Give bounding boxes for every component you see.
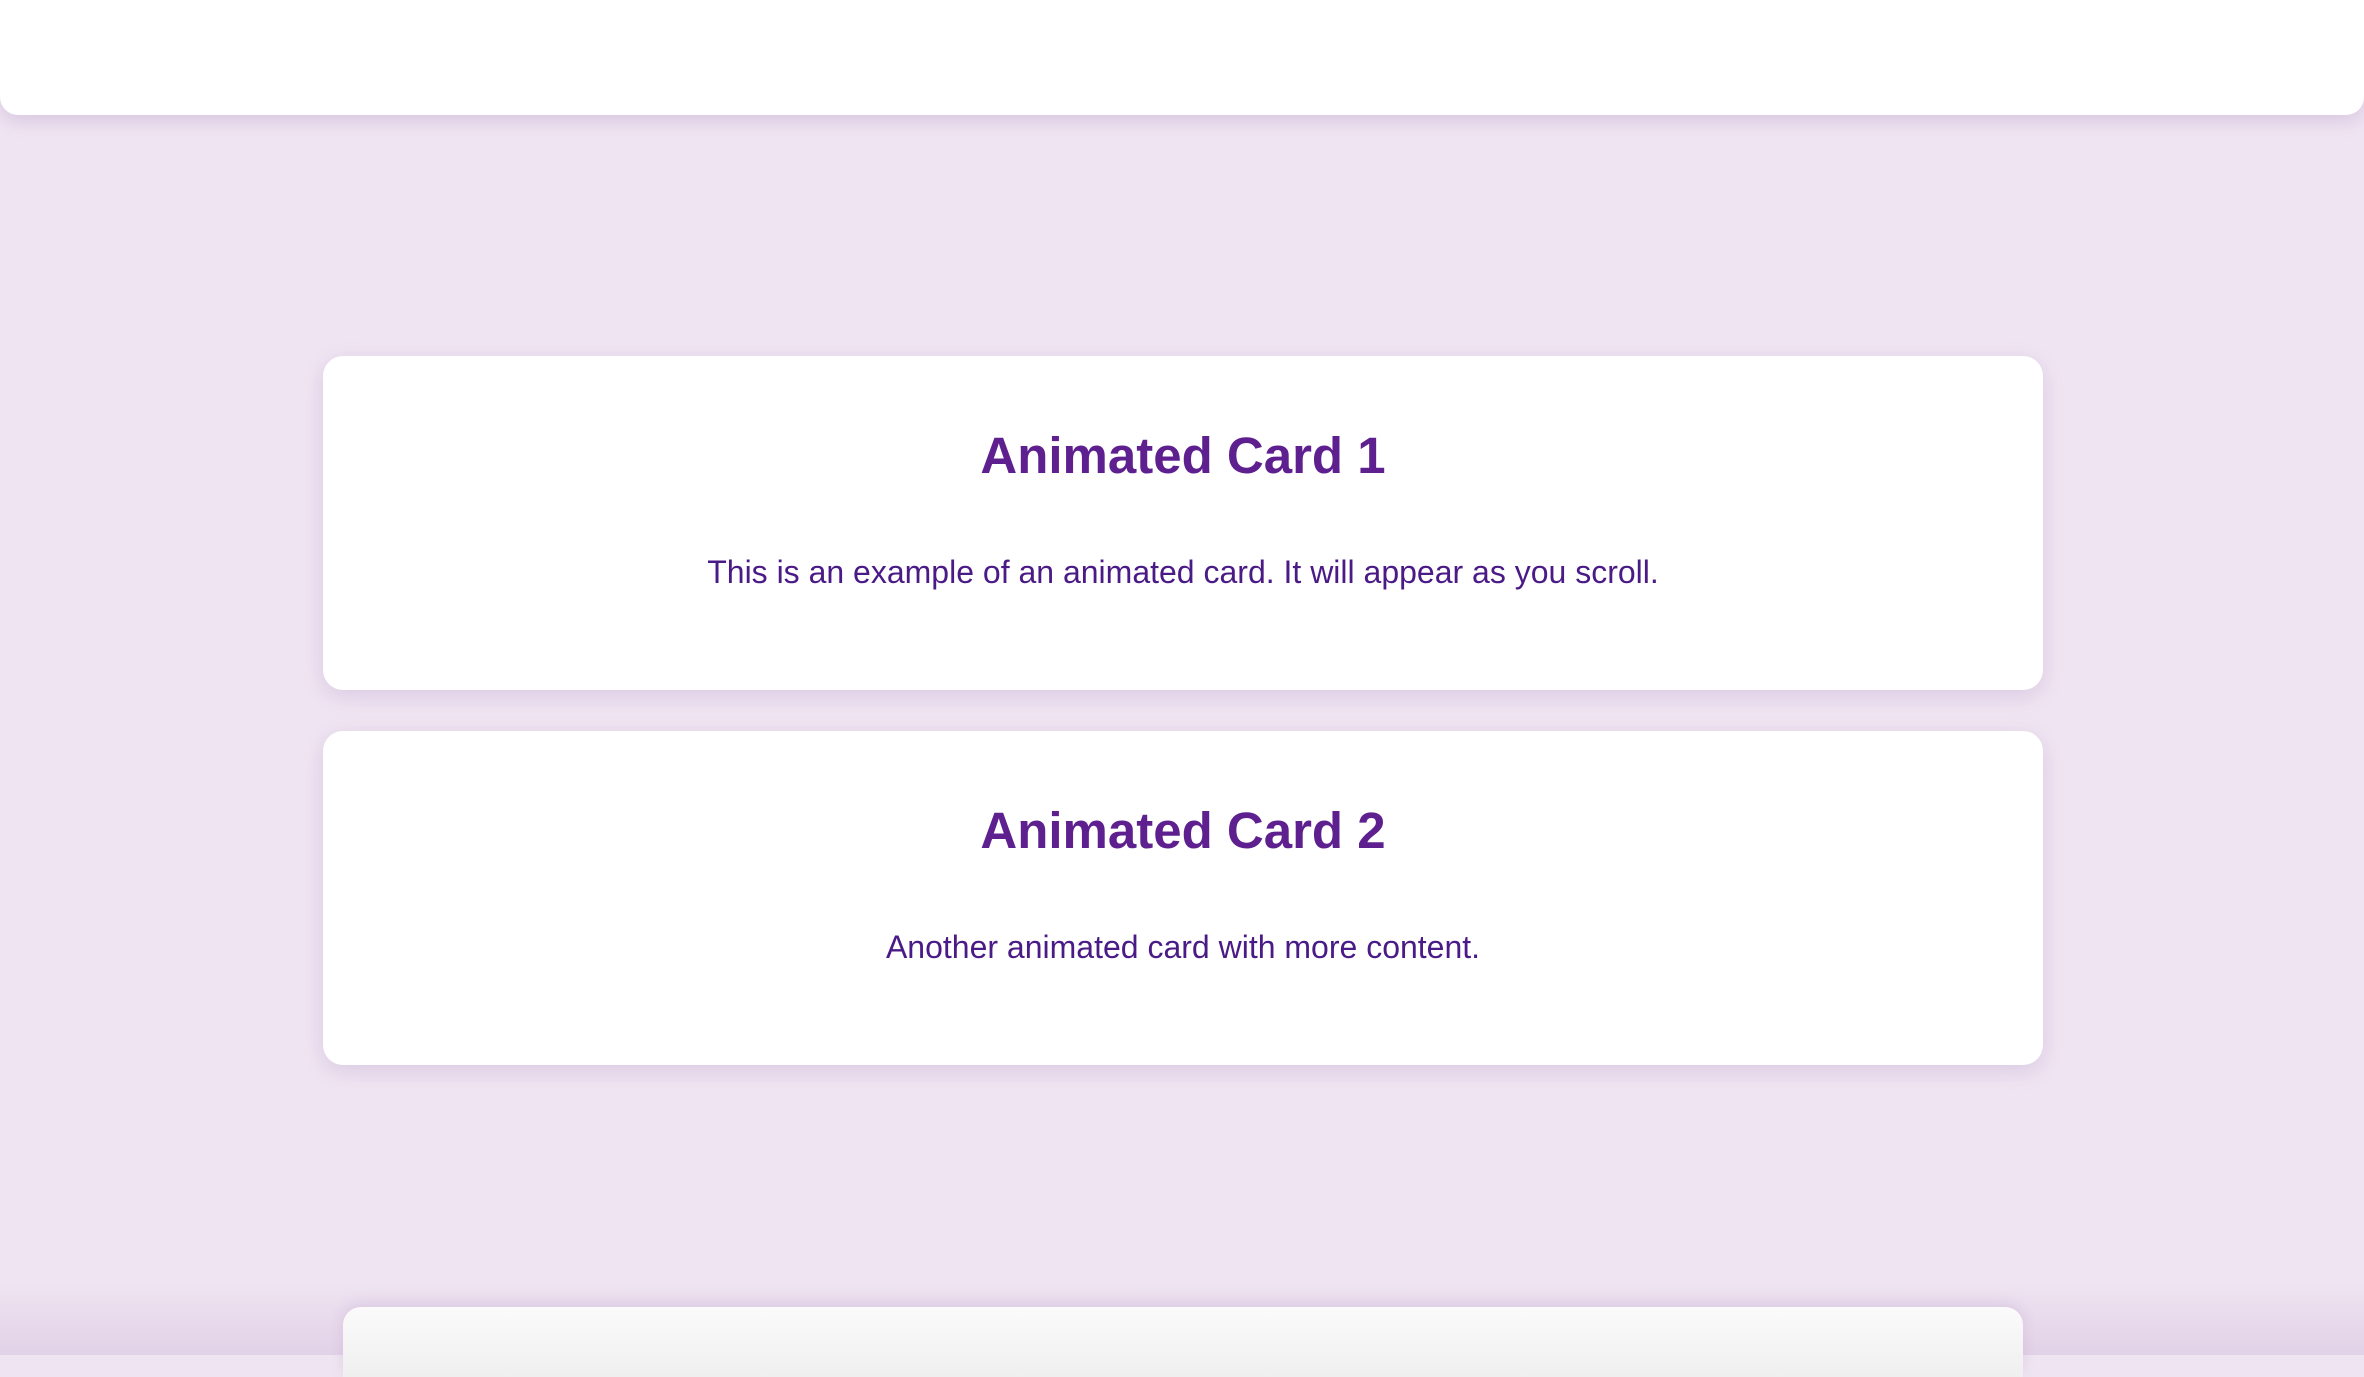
animated-card-2: Animated Card 2 Another animated card wi… bbox=[323, 731, 2043, 1065]
partially-visible-card bbox=[343, 1307, 2023, 1377]
card-description: Another animated card with more content. bbox=[885, 929, 1481, 965]
animated-card-1: Animated Card 1 This is an example of an… bbox=[323, 356, 2043, 690]
card-title: Animated Card 2 bbox=[980, 802, 1386, 859]
card-title: Animated Card 1 bbox=[980, 427, 1386, 484]
card-description: This is an example of an animated card. … bbox=[707, 554, 1659, 590]
top-navigation-bar bbox=[0, 0, 2364, 115]
